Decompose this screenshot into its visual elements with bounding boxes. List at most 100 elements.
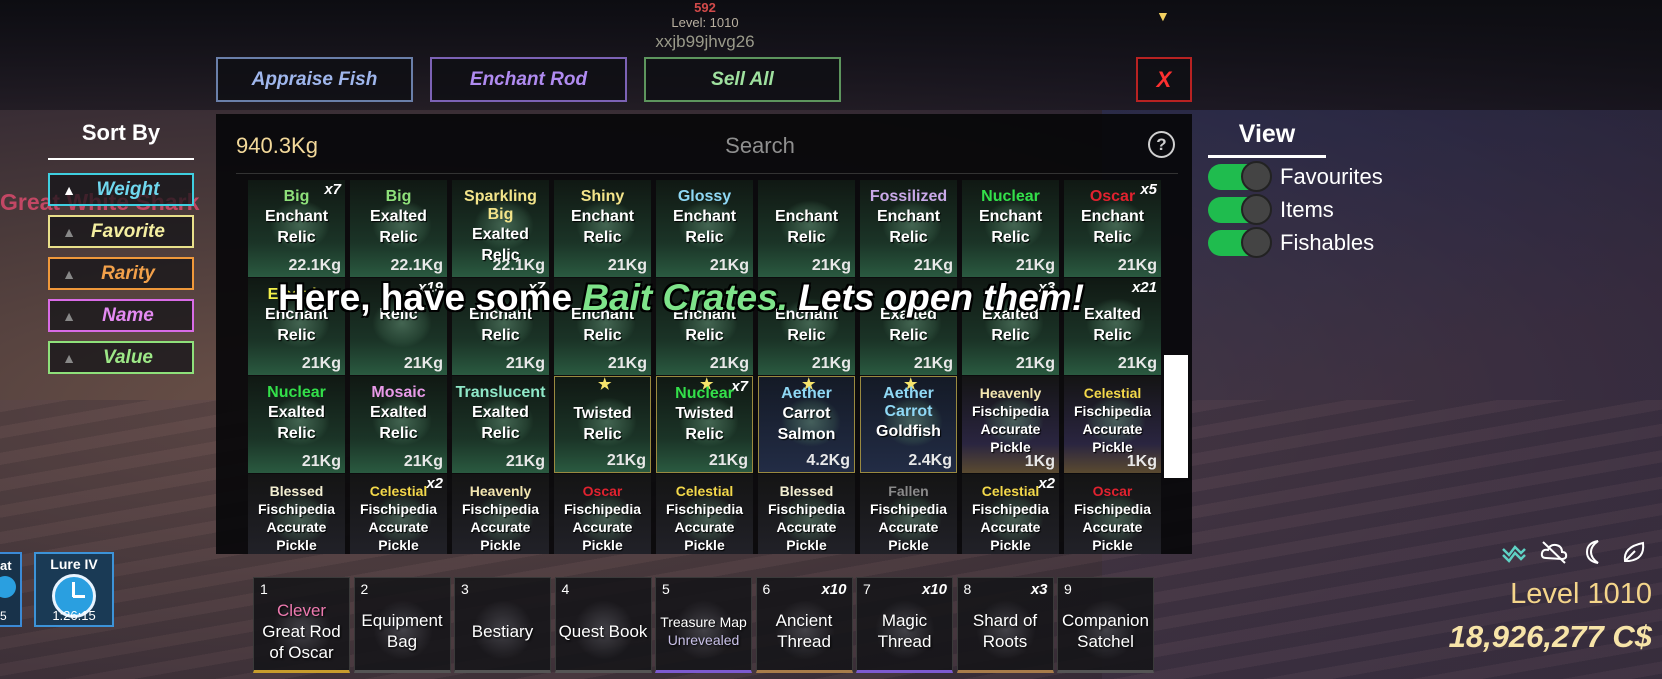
sort-label: Name: [102, 304, 154, 326]
hotbar-slot-number: 8: [963, 581, 972, 597]
item-weight: 1Kg: [1024, 453, 1055, 470]
inventory-item[interactable]: ★ Aether Carrot Salmon 4.2Kg: [758, 376, 855, 473]
sort-name-button[interactable]: ▲ Name: [48, 299, 194, 332]
inventory-item[interactable]: Blessed Fischipedia Accurate Pickle: [248, 474, 345, 554]
hotbar-item-label: Companion: [1062, 611, 1149, 630]
item-weight: 22.1Kg: [288, 257, 341, 274]
toggle-knob: [1241, 194, 1272, 225]
inventory-item[interactable]: Sparkling Big Exalted Relic 22.1Kg: [452, 180, 549, 277]
hotbar-slot-3[interactable]: 3 Bestiary: [454, 577, 551, 673]
inventory-item[interactable]: ★ Aether Carrot Goldfish 2.4Kg: [860, 376, 957, 473]
sort-label: Weight: [96, 178, 160, 200]
item-name: Fischipedia: [767, 501, 846, 517]
item-name: Fischipedia: [971, 403, 1050, 419]
item-weight: 21Kg: [1015, 355, 1055, 372]
active-buff-slot[interactable]: at 5: [0, 552, 22, 627]
item-name: Pickle: [582, 537, 623, 553]
inventory-item[interactable]: x5 Oscar Enchant Relic 21Kg: [1064, 180, 1161, 277]
inventory-item[interactable]: Celestial Fischipedia Accurate Pickle: [656, 474, 753, 554]
inventory-item[interactable]: x2 Celestial Fischipedia Accurate Pickle: [350, 474, 447, 554]
hotbar-item-label: Shard of: [972, 611, 1038, 630]
item-mutation: Oscar: [582, 483, 623, 499]
inventory-item[interactable]: ★ x7 Nuclear Twisted Relic 21Kg: [656, 376, 753, 473]
toggle-label: Fishables: [1280, 230, 1375, 255]
inventory-item[interactable]: Fallen Fischipedia Accurate Pickle: [860, 474, 957, 554]
hotbar-slot-1[interactable]: 1 Clever Great Rod of Oscar: [253, 577, 350, 673]
toggle-fishables[interactable]: Fishables: [1208, 227, 1375, 258]
inventory-item[interactable]: Nuclear Exalted Relic 21Kg: [248, 376, 345, 473]
inventory-item[interactable]: Glossy Enchant Relic 21Kg: [656, 180, 753, 277]
inventory-item[interactable]: Blessed Fischipedia Accurate Pickle: [758, 474, 855, 554]
appraise-fish-button[interactable]: Appraise Fish: [216, 57, 413, 102]
inventory-item[interactable]: Shiny Enchant Relic 21Kg: [554, 180, 651, 277]
inventory-item[interactable]: Big Exalted Relic 22.1Kg: [350, 180, 447, 277]
search-input[interactable]: [600, 126, 920, 166]
sort-weight-button[interactable]: ▲ Weight: [48, 173, 194, 206]
dropdown-arrow-icon[interactable]: ▼: [1156, 8, 1170, 24]
item-mutation: Blessed: [269, 483, 324, 499]
hotbar-item-label: Unrevealed: [667, 632, 740, 648]
toggle-items[interactable]: Items: [1208, 194, 1334, 225]
hotbar-slot-8[interactable]: 8 x3 Shard of Roots: [956, 577, 1054, 673]
nametag-username: xxjb99jhvg26: [655, 32, 755, 51]
hotbar-slot-number: 4: [561, 581, 570, 597]
hotbar-item-label: Thread: [777, 632, 831, 651]
item-weight: 21Kg: [708, 452, 748, 469]
hotbar-slot-7[interactable]: 7 x10 Magic Thread: [856, 577, 953, 673]
sell-all-button[interactable]: Sell All: [644, 57, 841, 102]
inventory-item[interactable]: Fossilized Enchant Relic 21Kg: [860, 180, 957, 277]
toggle-label: Favourites: [1280, 164, 1383, 189]
inventory-item[interactable]: Nuclear Enchant Relic 21Kg: [962, 180, 1059, 277]
inventory-item[interactable]: ★ Twisted Relic 21Kg: [554, 376, 651, 473]
sort-rarity-button[interactable]: ▲ Rarity: [48, 257, 194, 290]
hotbar-item-label: Treasure Map: [660, 614, 747, 630]
inventory-item[interactable]: Oscar Fischipedia Accurate Pickle: [1064, 474, 1161, 554]
help-icon[interactable]: ?: [1148, 131, 1175, 158]
close-button[interactable]: X: [1136, 57, 1192, 102]
moon-icon: [1580, 538, 1608, 566]
hotbar-slot-9[interactable]: 9 Companion Satchel: [1057, 577, 1154, 673]
inventory-item[interactable]: Heavenly Fischipedia Accurate Pickle: [452, 474, 549, 554]
item-mutation: Big: [385, 188, 412, 205]
inventory-item[interactable]: x2 Celestial Fischipedia Accurate Pickle: [962, 474, 1059, 554]
hotbar-item-label: Ancient: [775, 611, 833, 630]
inventory-item[interactable]: Heavenly Fischipedia Accurate Pickle 1Kg: [962, 376, 1059, 473]
hotbar-item-label: Thread: [877, 632, 932, 651]
item-name: Relic: [685, 426, 724, 443]
hotbar-slot-2[interactable]: 2 Equipment Bag: [353, 577, 451, 673]
item-weight: 21Kg: [607, 355, 647, 372]
hotbar-item-label: Equipment: [361, 611, 443, 630]
lure-buff[interactable]: Lure IV 1:26:15: [34, 552, 114, 627]
item-mutation: Aether: [781, 385, 832, 402]
inventory-item[interactable]: Enchant Relic 21Kg: [758, 180, 855, 277]
hotbar-slot-number: 7: [863, 581, 871, 597]
item-name: Twisted: [573, 405, 632, 422]
item-mutation: Big: [283, 188, 310, 205]
sort-favorite-button[interactable]: ▲ Favorite: [48, 215, 194, 248]
inventory-grid[interactable]: x7 Big Enchant Relic 22.1Kg Big Exalted Relic 22…: [248, 180, 1164, 554]
item-mutation: Celestial: [981, 483, 1040, 499]
item-name: Accurate: [674, 519, 735, 535]
hotbar-slot-6[interactable]: 6 x10 Ancient Thread: [755, 577, 853, 673]
inventory-item[interactable]: Celestial Fischipedia Accurate Pickle 1Kg: [1064, 376, 1161, 473]
item-weight: 21Kg: [1015, 257, 1055, 274]
toggle-switch[interactable]: [1208, 161, 1272, 192]
toggle-switch[interactable]: [1208, 227, 1272, 258]
item-name: Fischipedia: [1073, 403, 1152, 419]
hotbar-slot-5[interactable]: 5 Treasure Map Unrevealed: [655, 577, 752, 673]
toggle-favourites[interactable]: Favourites: [1208, 161, 1383, 192]
item-name: Enchant: [978, 208, 1043, 225]
inventory-item[interactable]: Oscar Fischipedia Accurate Pickle: [554, 474, 651, 554]
hotbar-slot-number: 6: [762, 581, 771, 597]
toggle-switch[interactable]: [1208, 194, 1272, 225]
item-mutation: Blessed: [779, 483, 834, 499]
inventory-item[interactable]: x7 Big Enchant Relic 22.1Kg: [248, 180, 345, 277]
scrollbar-thumb[interactable]: [1164, 355, 1188, 478]
hotbar-slot-4[interactable]: 4 Quest Book: [554, 577, 652, 673]
inventory-item[interactable]: Mosaic Exalted Relic 21Kg: [350, 376, 447, 473]
inventory-item[interactable]: Translucent Exalted Relic 21Kg: [452, 376, 549, 473]
item-name: Fischipedia: [563, 501, 642, 517]
sort-value-button[interactable]: ▲ Value: [48, 341, 194, 374]
item-name: Enchant: [672, 208, 737, 225]
enchant-rod-button[interactable]: Enchant Rod: [430, 57, 627, 102]
